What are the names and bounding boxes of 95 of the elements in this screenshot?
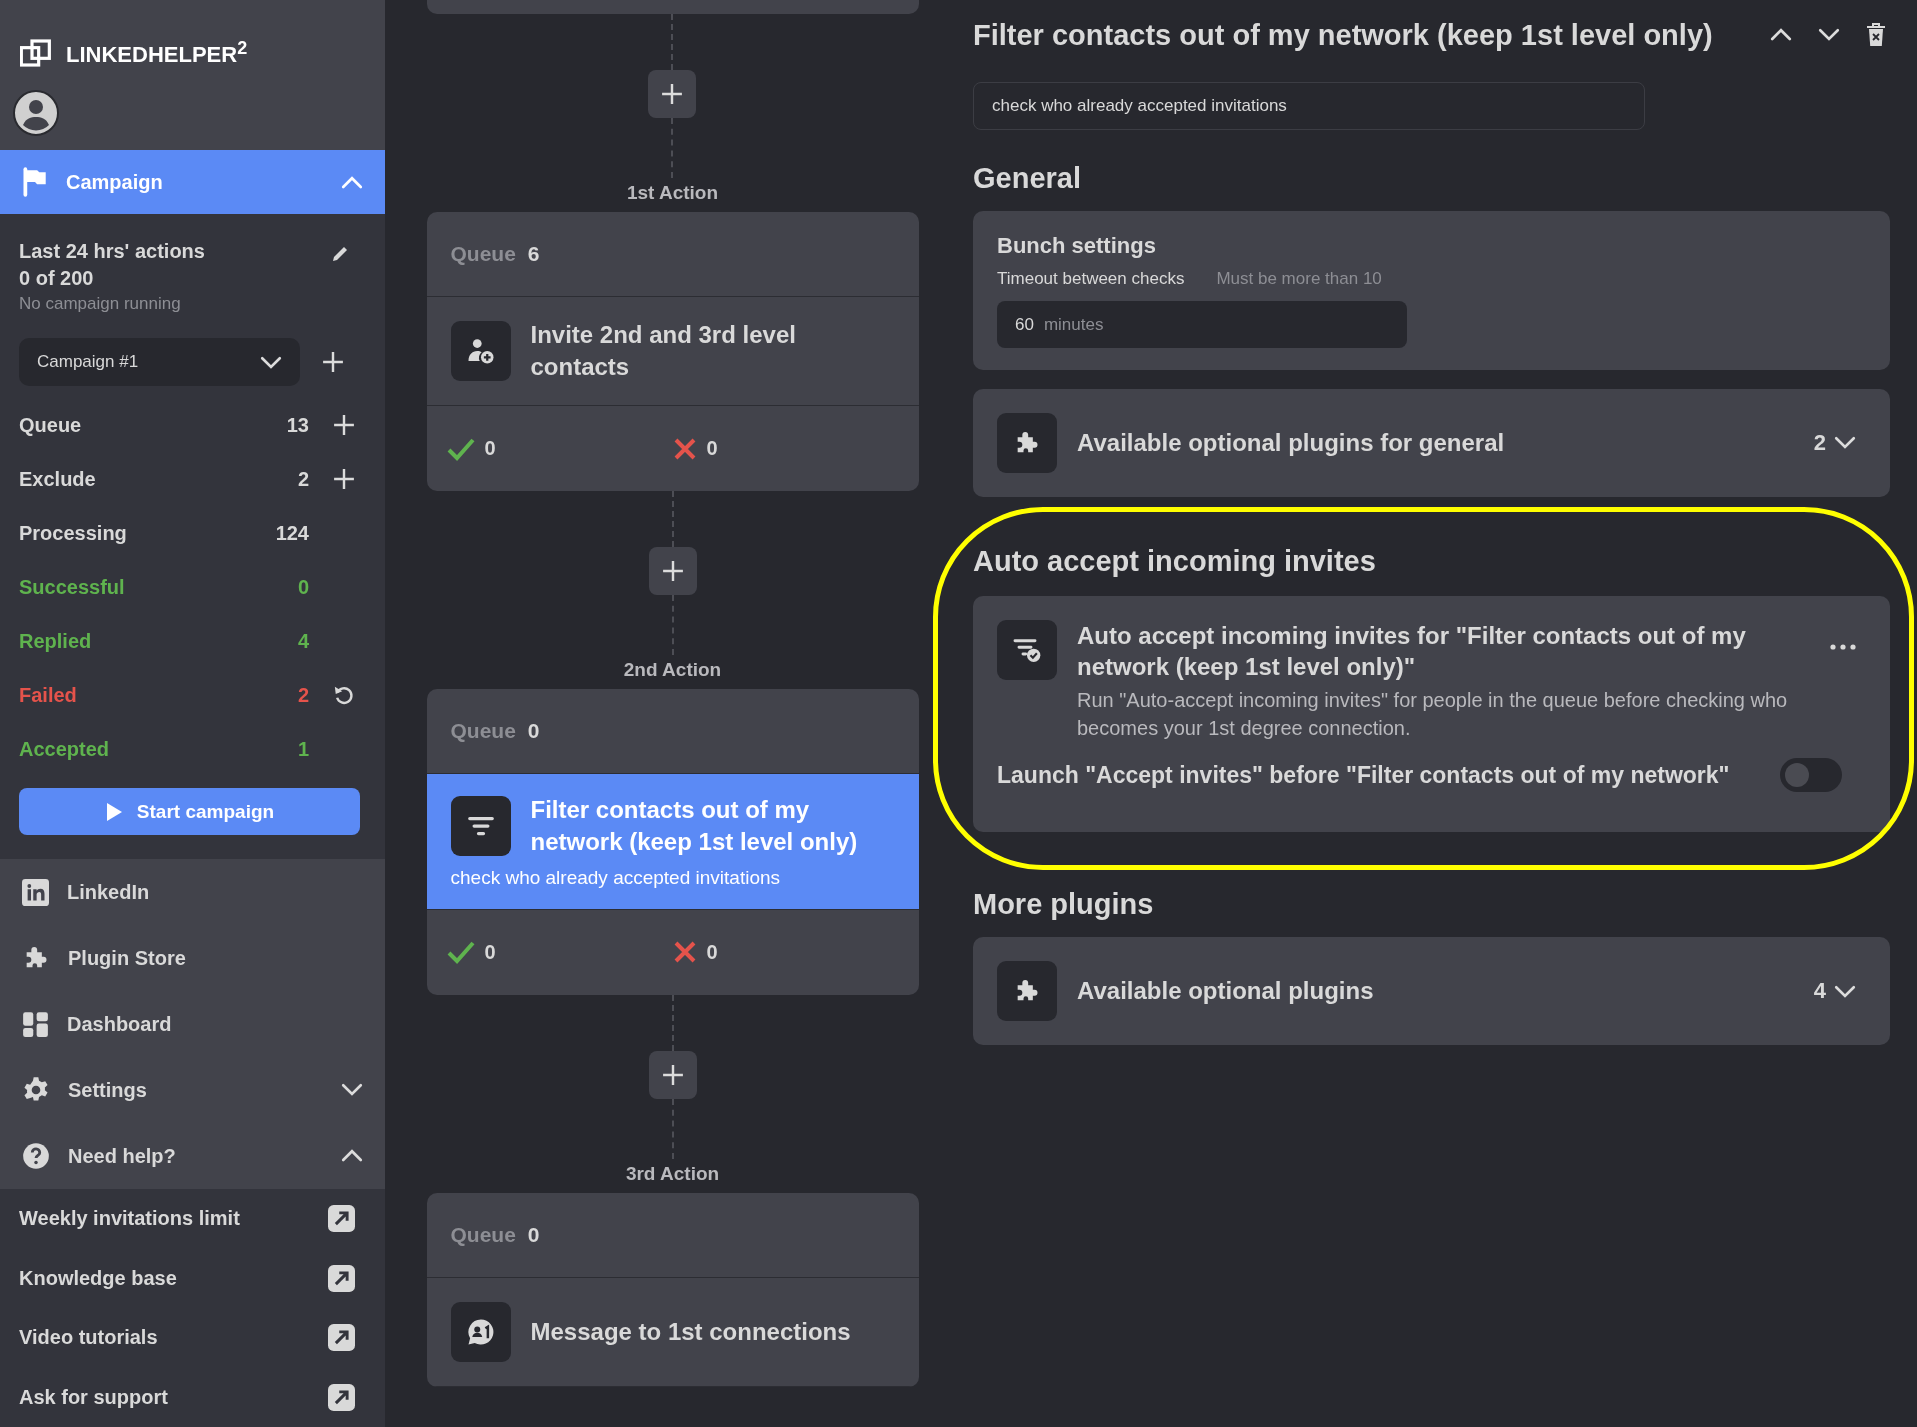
stat-label: Successful [19, 575, 126, 599]
step-label: 2nd Action [623, 659, 722, 681]
retry-icon[interactable] [333, 684, 355, 707]
queue-label: Queue [450, 719, 516, 743]
stat-value: 13 [285, 413, 309, 437]
chevron-up-icon [341, 175, 363, 189]
help-link[interactable]: Weekly invitations limit [19, 1207, 240, 1231]
failure-count: 0 [706, 940, 718, 964]
cross-icon [672, 436, 697, 461]
plugins-expand-button[interactable]: 2 [1807, 429, 1862, 457]
logo-icon [20, 37, 52, 69]
queue-count: 6 [527, 242, 540, 266]
external-link-icon[interactable] [328, 1383, 355, 1411]
check-icon [446, 940, 475, 965]
flag-icon [22, 167, 48, 198]
stat-label: Processing [19, 521, 128, 545]
plugin-title: Auto accept incoming invites for "Filter contacts out of my network (keep 1st level only)" [1077, 621, 1747, 683]
plugin-description: Run "Auto-accept incoming invites" for people in the queue before checking who becomes your 1st degree connection. [1077, 688, 1789, 742]
more-icon[interactable] [1830, 644, 1856, 650]
avatar-icon[interactable] [13, 90, 59, 136]
cross-icon [672, 940, 697, 965]
card-title: Bunch settings [997, 233, 1156, 258]
chevron-down-icon [341, 1083, 363, 1097]
external-link-icon[interactable] [328, 1324, 355, 1352]
stat-label: Queue [19, 413, 83, 437]
logo-text: LINKEDHELPER$^{2}$ [66, 37, 248, 69]
external-link-icon[interactable] [328, 1264, 355, 1292]
nav-item[interactable]: Need help? [0, 1123, 385, 1190]
plus-icon [661, 560, 684, 582]
chevron-down-icon [1834, 984, 1856, 998]
stat-label: Exclude [19, 467, 97, 491]
external-link-icon[interactable] [328, 1205, 355, 1233]
actions-count: 0 of 200 [19, 267, 95, 291]
help-link[interactable]: Ask for support [19, 1385, 168, 1409]
chevron-up-icon [1770, 28, 1792, 42]
queue-label: Queue [450, 1222, 516, 1247]
help-link[interactable]: Video tutorials [19, 1326, 158, 1350]
section-heading: General [973, 162, 1082, 195]
plugins-label: Available optional plugins [1077, 977, 1375, 1006]
plugins-expand-button[interactable]: 4 [1807, 977, 1862, 1006]
plus-icon[interactable] [333, 468, 355, 491]
stat-value: 124 [274, 521, 309, 545]
stat-value: 4 [296, 629, 309, 653]
timeout-field[interactable]: 60 minutes [997, 301, 1407, 348]
chevron-down-icon [1834, 436, 1856, 450]
stat-label: Failed [19, 683, 78, 707]
field-hint: Must be more than 10 [1216, 269, 1382, 289]
add-step-button[interactable] [648, 70, 697, 118]
chevron-up-icon [341, 1149, 363, 1163]
stat-value: 1 [296, 737, 309, 761]
stat-label: Replied [19, 629, 93, 653]
action-item[interactable]: Message to 1st connections [426, 1277, 919, 1387]
play-icon [104, 801, 123, 822]
nav-item[interactable]: Settings [0, 1057, 385, 1124]
check-icon [446, 436, 475, 461]
chevron-down-icon [260, 355, 282, 370]
queue-count: 0 [527, 1222, 540, 1247]
add-step-button[interactable] [648, 547, 697, 595]
dashboard-icon [22, 1010, 49, 1038]
plus-icon[interactable] [322, 351, 344, 374]
help-link[interactable]: Knowledge base [19, 1266, 177, 1290]
campaign-status: No campaign running [19, 294, 182, 315]
field-label: Timeout between checks [997, 269, 1185, 289]
step-label: 3rd Action [625, 1162, 720, 1185]
plugins-label: Available optional plugins for general [1077, 429, 1506, 457]
queue-count: 0 [527, 719, 540, 743]
plus-icon[interactable] [333, 414, 355, 437]
stat-label: Accepted [19, 737, 111, 761]
success-count: 0 [484, 437, 496, 460]
failure-count: 0 [706, 437, 718, 460]
add-step-button[interactable] [648, 1050, 697, 1099]
section-heading: Auto accept incoming invites [973, 545, 1377, 578]
toggle-label: Launch "Accept invites" before "Filter contacts out of my network" [997, 761, 1730, 789]
stat-value: 2 [296, 467, 309, 491]
actions-summary-title: Last 24 hrs' actions [19, 240, 205, 264]
section-heading: More plugins [973, 888, 1155, 922]
action-item[interactable]: Invite 2nd and 3rd level contacts [426, 297, 919, 406]
campaign-select[interactable]: Campaign #1 [19, 338, 300, 387]
nav-item[interactable]: LinkedIn [0, 859, 385, 926]
stat-value: 2 [296, 683, 309, 707]
step-label: 1st Action [626, 182, 719, 204]
stat-value: 0 [296, 575, 309, 599]
action-title: Filter contacts out of my network (keep 1st level only) [973, 18, 1714, 52]
description-field[interactable]: check who already accepted invitations [973, 82, 1645, 130]
nav-item[interactable]: Dashboard [0, 991, 385, 1058]
nav-item[interactable]: Plugin Store [0, 925, 385, 992]
linkedin-icon [22, 878, 49, 906]
launch-toggle[interactable] [1780, 758, 1842, 793]
chevron-down-icon [1818, 28, 1840, 42]
success-count: 0 [484, 940, 496, 964]
help-icon [22, 1142, 50, 1171]
plus-icon [661, 1063, 684, 1086]
queue-label: Queue [450, 242, 516, 266]
trash-icon [1866, 23, 1886, 47]
plus-icon [661, 83, 684, 105]
